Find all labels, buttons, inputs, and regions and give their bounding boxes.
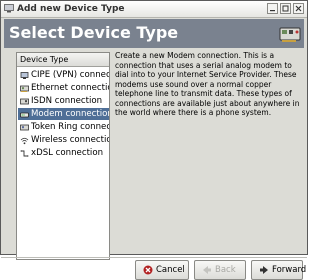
- token-ring-icon: [20, 124, 29, 131]
- minimize-button[interactable]: [267, 3, 278, 14]
- back-label: Back: [215, 265, 236, 275]
- window-title: Add new Device Type: [17, 4, 125, 14]
- app-icon: [4, 4, 14, 13]
- list-item-label: CIPE (VPN) connecti: [31, 70, 109, 80]
- page-title: Select Device Type: [9, 23, 179, 42]
- list-item-label: Ethernet connection: [31, 83, 109, 93]
- forward-label: Forward: [272, 265, 307, 275]
- list-item-xdsl[interactable]: xDSL connection: [18, 147, 109, 159]
- cancel-icon: [143, 265, 153, 275]
- device-type-list[interactable]: Device Type CIPE (VPN) connecti Ethernet…: [16, 52, 110, 260]
- list-item-ethernet[interactable]: Ethernet connection: [18, 82, 109, 94]
- header-banner: Select Device Type: [4, 19, 304, 48]
- ethernet-icon: [20, 85, 29, 92]
- cancel-label: Cancel: [156, 265, 185, 275]
- button-separator: [1, 257, 307, 258]
- wireless-icon: [20, 137, 29, 145]
- list-item-isdn[interactable]: ISDN connection: [18, 95, 109, 107]
- network-card-icon: [279, 27, 301, 42]
- device-description: Create a new Modem connection. This is a…: [115, 51, 300, 117]
- back-button[interactable]: Back: [194, 260, 246, 280]
- vpn-icon: [20, 72, 29, 79]
- list-item-token-ring[interactable]: Token Ring connectio: [18, 121, 109, 133]
- maximize-button[interactable]: [280, 3, 291, 14]
- list-item-cipe[interactable]: CIPE (VPN) connecti: [18, 69, 109, 81]
- list-item-wireless[interactable]: Wireless connection: [18, 134, 109, 146]
- isdn-icon: [20, 98, 29, 105]
- forward-button[interactable]: Forward: [251, 260, 307, 280]
- forward-arrow-icon: [260, 266, 268, 274]
- list-item-label: ISDN connection: [31, 96, 103, 106]
- dialog-window: Add new Device Type Select Device Type D…: [0, 0, 308, 280]
- close-icon: [295, 5, 302, 12]
- list-item-label: Token Ring connectio: [31, 122, 109, 132]
- list-item-label: xDSL connection: [31, 148, 104, 158]
- minimize-icon: [270, 10, 275, 12]
- list-column-header[interactable]: Device Type: [17, 53, 109, 67]
- title-bar[interactable]: Add new Device Type: [1, 1, 307, 18]
- maximize-icon: [282, 5, 289, 12]
- modem-icon: [20, 112, 29, 118]
- xdsl-icon: [20, 150, 29, 157]
- back-arrow-icon: [203, 266, 211, 274]
- cancel-button[interactable]: Cancel: [135, 260, 189, 280]
- close-button[interactable]: [293, 3, 304, 14]
- list-item-modem[interactable]: Modem connection: [18, 108, 109, 120]
- list-item-label: Modem connection: [31, 109, 109, 119]
- list-item-label: Wireless connection: [31, 135, 109, 145]
